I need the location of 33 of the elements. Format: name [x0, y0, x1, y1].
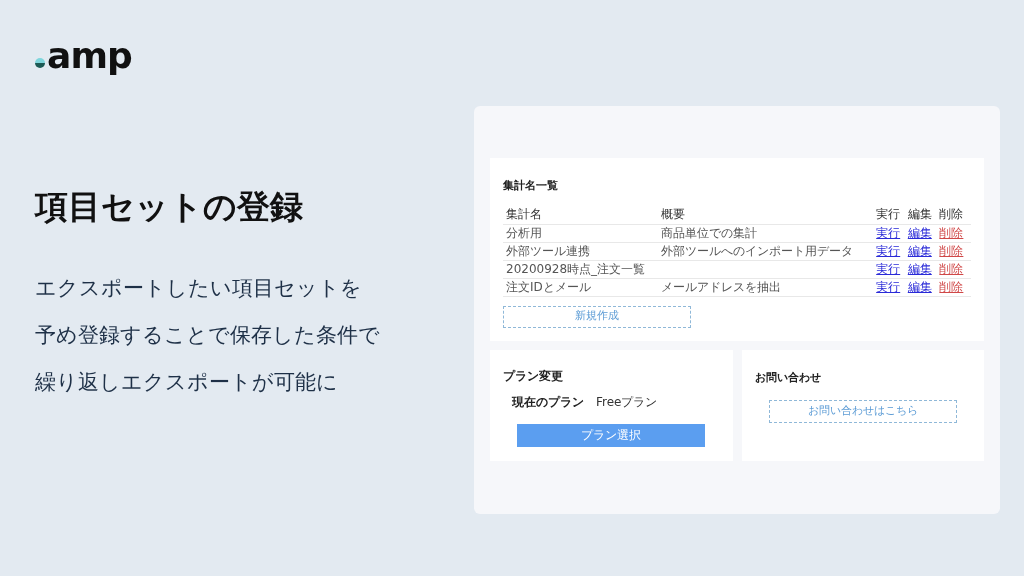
edit-link[interactable]: 編集 [907, 243, 932, 258]
description: エクスポートしたい項目セットを 予め登録することで保存した条件で 繰り返しエクスポートが可能に [35, 275, 381, 397]
table-cell: 外部ツール連携 [506, 243, 590, 258]
logo-dot-icon [35, 58, 45, 68]
delete-link[interactable]: 削除 [939, 225, 964, 240]
run-link[interactable]: 実行 [876, 279, 901, 294]
table-cell: メールアドレスを抽出 [660, 279, 781, 294]
edit-link[interactable]: 編集 [907, 279, 932, 294]
delete-link[interactable]: 削除 [939, 243, 964, 258]
logo-text: amp [47, 38, 132, 74]
column-header: 編集 [907, 206, 932, 221]
headline: 項目セットの登録 [35, 186, 304, 228]
run-link[interactable]: 実行 [876, 225, 901, 240]
column-header: 削除 [939, 206, 964, 221]
table-cell: 分析用 [506, 225, 542, 240]
panel-title: プラン変更 [503, 367, 564, 385]
delete-link[interactable]: 削除 [939, 279, 964, 294]
current-plan-label: 現在のプラン [512, 393, 584, 411]
edit-link[interactable]: 編集 [907, 261, 932, 276]
current-plan-value: Freeプラン [596, 393, 658, 411]
panel-title: お問い合わせ [754, 369, 822, 386]
table-cell: 20200928時点_注文一覧 [506, 261, 646, 276]
table-cell: 商品単位での集計 [660, 225, 757, 240]
column-header: 概要 [660, 206, 685, 221]
delete-link[interactable]: 削除 [939, 261, 964, 276]
table-cell: 外部ツールへのインポート用データ [660, 243, 853, 258]
column-header: 実行 [876, 206, 901, 221]
column-header: 集計名 [506, 206, 542, 221]
run-link[interactable]: 実行 [876, 261, 901, 276]
panel-title: 集計名一覧 [503, 178, 559, 194]
edit-link[interactable]: 編集 [907, 225, 932, 240]
table-cell: 注文IDとメール [506, 279, 591, 294]
run-link[interactable]: 実行 [876, 243, 901, 258]
